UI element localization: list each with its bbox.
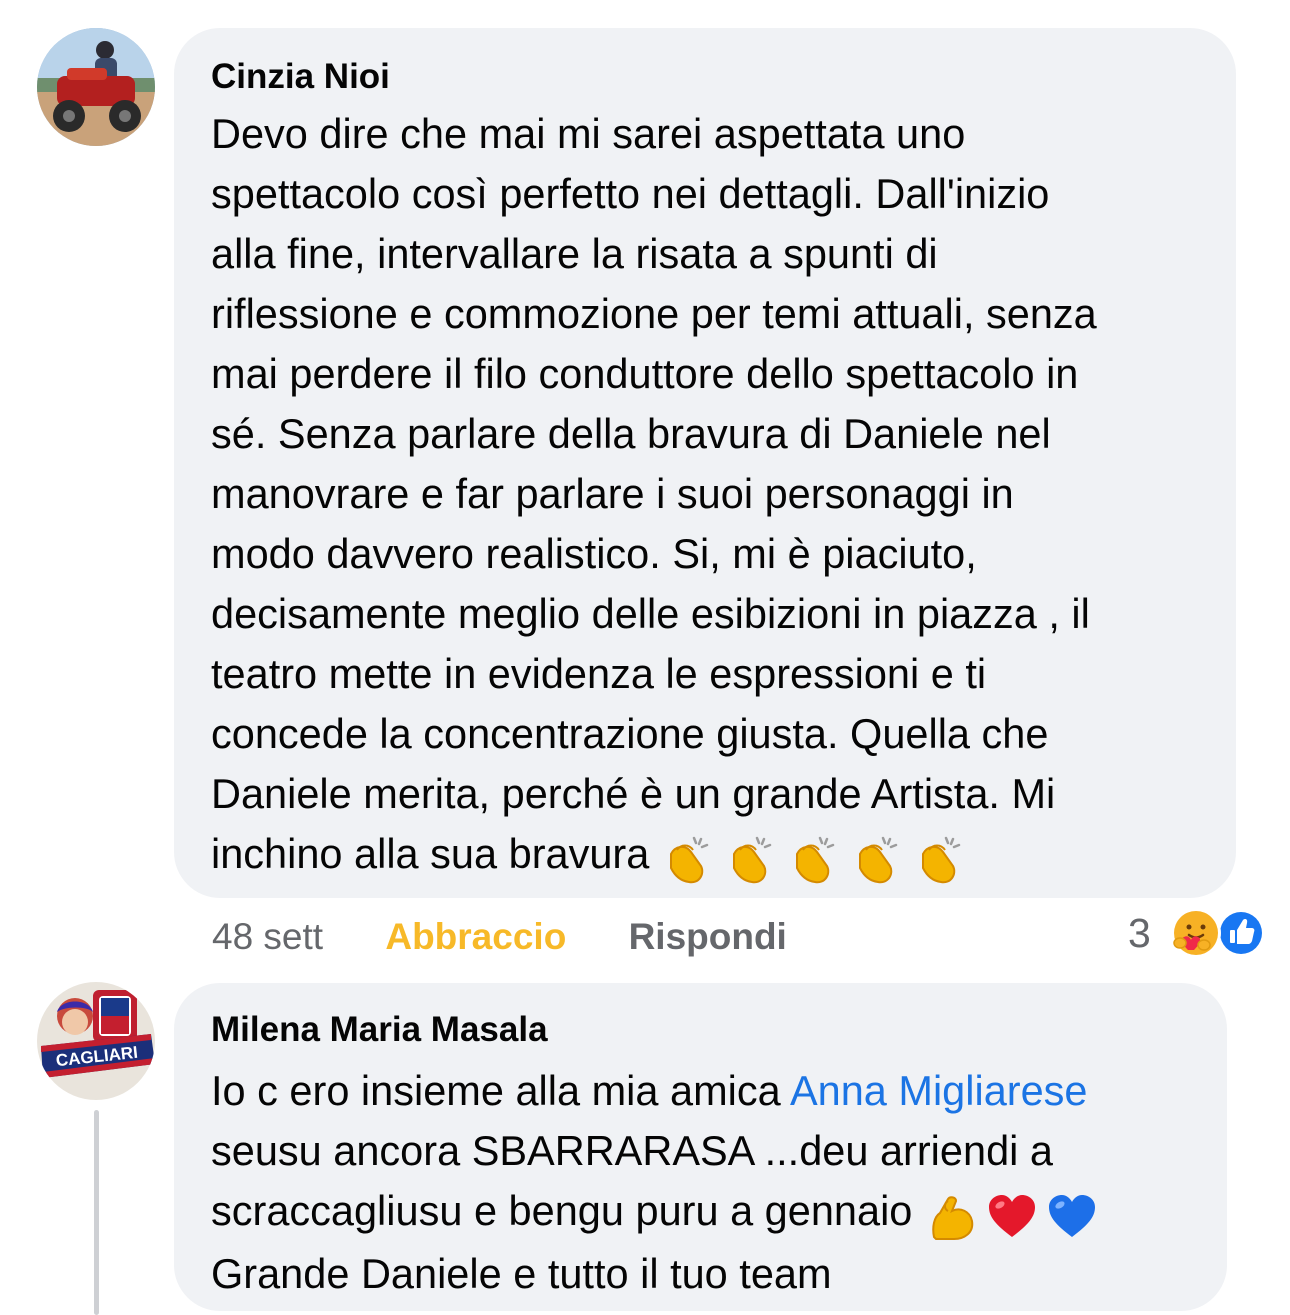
clapping-hands-icon bbox=[670, 836, 709, 884]
comment-text: Devo dire che mai mi sarei aspettata uno… bbox=[211, 104, 1211, 887]
clapping-hands-icon bbox=[859, 836, 898, 884]
inline-emoji-row bbox=[926, 1184, 1109, 1244]
comment-timestamp[interactable]: 48 sett bbox=[212, 912, 323, 962]
reaction-button[interactable]: Abbraccio bbox=[385, 912, 566, 962]
clapping-hands-icon bbox=[733, 836, 772, 884]
comment-body-part: Io c ero insieme alla mia amica bbox=[211, 1067, 790, 1114]
avatar-cinzia-nioi[interactable] bbox=[37, 28, 155, 146]
comment-body-part: Grande Daniele e tutto il tuo team bbox=[211, 1250, 832, 1298]
red-heart-icon bbox=[988, 1195, 1035, 1238]
comment-actions: 48 sett Abbraccio Rispondi bbox=[212, 912, 787, 962]
flexed-biceps-icon bbox=[932, 1196, 974, 1241]
comment-text: Io c ero insieme alla mia amica Anna Mig… bbox=[211, 1061, 1201, 1304]
mention-link[interactable]: Anna Migliarese bbox=[790, 1067, 1088, 1114]
care-hug-icon bbox=[1171, 908, 1221, 958]
clapping-emoji-row bbox=[661, 827, 976, 887]
comment-bubble-milena: Milena Maria Masala Io c ero insieme all… bbox=[174, 983, 1227, 1311]
clapping-hands-icon bbox=[796, 836, 835, 884]
avatar-milena-maria-masala[interactable]: CAGLIARI bbox=[37, 982, 155, 1100]
reaction-count[interactable]: 3 bbox=[1128, 908, 1151, 958]
comment-bubble-cinzia: Cinzia Nioi Devo dire che mai mi sarei a… bbox=[174, 28, 1236, 898]
comment-author[interactable]: Cinzia Nioi bbox=[211, 56, 1202, 98]
reaction-summary[interactable] bbox=[1166, 906, 1268, 960]
like-thumb-icon bbox=[1217, 909, 1265, 957]
thread-line bbox=[94, 1110, 99, 1315]
comment-author[interactable]: Milena Maria Masala bbox=[211, 1009, 1193, 1051]
clapping-hands-icon bbox=[922, 836, 961, 884]
reply-button[interactable]: Rispondi bbox=[629, 912, 787, 962]
comment-body: Devo dire che mai mi sarei aspettata uno… bbox=[211, 110, 1097, 877]
blue-heart-icon bbox=[1048, 1195, 1095, 1238]
